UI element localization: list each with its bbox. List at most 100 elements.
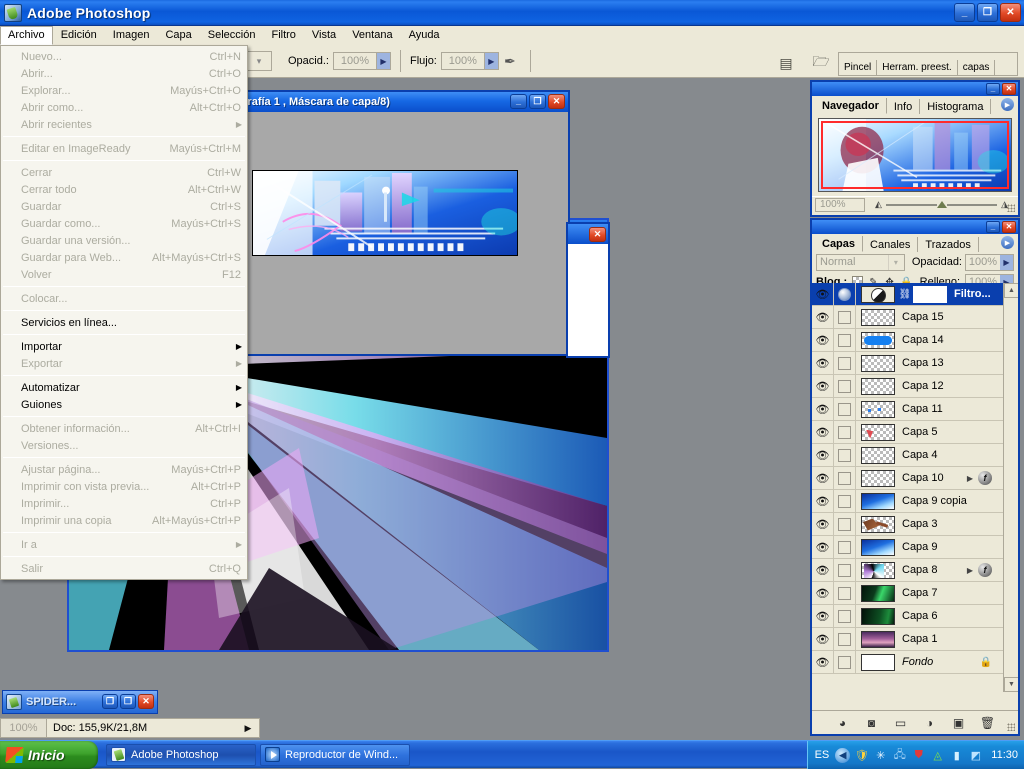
app-maximize-button[interactable]: ❐ bbox=[977, 3, 998, 22]
layer-visibility-eye-icon[interactable]: 👁 bbox=[812, 489, 834, 513]
menu-option-cerrar[interactable]: Cerrar Ctrl+W bbox=[1, 164, 247, 181]
scroll-up-button[interactable]: ▲ bbox=[1004, 283, 1018, 298]
layer-row[interactable]: 👁 Capa 9 copia bbox=[812, 489, 1018, 513]
menu-option-servicios-en-l-nea[interactable]: Servicios en línea... bbox=[1, 314, 247, 331]
menu-option-exportar[interactable]: Exportar ▶ bbox=[1, 355, 247, 372]
menu-option-abrir-como[interactable]: Abrir como... Alt+Ctrl+O bbox=[1, 99, 247, 116]
menu-item-vista[interactable]: Vista bbox=[304, 26, 344, 45]
layer-row[interactable]: 👁 Capa 15 bbox=[812, 305, 1018, 329]
nvidia-icon[interactable]: ◬ bbox=[930, 748, 945, 763]
layer-mask-thumbnail[interactable] bbox=[913, 285, 947, 303]
spider-close-button[interactable]: ✕ bbox=[138, 694, 154, 709]
menu-item-edicin[interactable]: Edición bbox=[53, 26, 105, 45]
menu-option-obtener-informaci-n[interactable]: Obtener información... Alt+Ctrl+I bbox=[1, 420, 247, 437]
palette-well[interactable]: Pincel Herram. preest. capas bbox=[838, 52, 1018, 76]
menu-option-abrir[interactable]: Abrir... Ctrl+O bbox=[1, 65, 247, 82]
spider-minimized-window[interactable]: SPIDER... ❐ ❐ ✕ bbox=[2, 690, 158, 714]
menu-item-seleccin[interactable]: Selección bbox=[200, 26, 264, 45]
show-hidden-icons-icon[interactable]: ◀ bbox=[835, 747, 851, 763]
layer-visibility-eye-icon[interactable]: 👁 bbox=[812, 420, 834, 444]
layer-link-cell[interactable] bbox=[834, 374, 856, 398]
navigator-close-button[interactable]: ✕ bbox=[1002, 83, 1016, 95]
security-shield-icon[interactable]: 🛡 bbox=[854, 748, 869, 763]
menu-option-abrir-recientes[interactable]: Abrir recientes ▶ bbox=[1, 116, 247, 133]
layers-opacity-field[interactable]: 100% ▶ bbox=[965, 253, 1014, 271]
menu-item-capa[interactable]: Capa bbox=[157, 26, 199, 45]
taskbar-task[interactable]: Adobe Photoshop bbox=[106, 743, 256, 766]
taskbar-task[interactable]: Reproductor de Wind... bbox=[260, 743, 410, 766]
layer-row[interactable]: 👁 Capa 12 bbox=[812, 374, 1018, 398]
layer-link-cell[interactable] bbox=[834, 283, 856, 306]
menu-option-guardar-una-versi-n[interactable]: Guardar una versión... bbox=[1, 232, 247, 249]
layer-thumbnail[interactable] bbox=[861, 515, 895, 533]
tab-canales[interactable]: Canales bbox=[863, 237, 919, 252]
navigator-zoom-field[interactable]: 100% bbox=[815, 197, 865, 212]
layer-row[interactable]: 👁 ⛓ Filtro... bbox=[812, 283, 1018, 306]
layer-link-cell[interactable] bbox=[834, 397, 856, 421]
layer-link-cell[interactable] bbox=[834, 650, 856, 674]
tab-navegador[interactable]: Navegador bbox=[815, 98, 887, 114]
layer-name[interactable]: Capa 1 bbox=[902, 633, 937, 645]
blend-mode-select[interactable]: Normal ▾ bbox=[816, 253, 905, 271]
menu-item-filtro[interactable]: Filtro bbox=[263, 26, 303, 45]
palette-menu-icon[interactable]: ▶ bbox=[1001, 98, 1014, 111]
layer-link-cell[interactable] bbox=[834, 328, 856, 352]
layer-style-fx-icon[interactable]: f bbox=[978, 471, 992, 485]
layers-opacity-arrow-icon[interactable]: ▶ bbox=[1000, 254, 1013, 270]
layer-effects-group[interactable]: ▶ f bbox=[967, 563, 992, 577]
layer-thumbnail[interactable] bbox=[861, 653, 895, 671]
layer-visibility-eye-icon[interactable]: 👁 bbox=[812, 512, 834, 536]
menu-option-colocar[interactable]: Colocar... bbox=[1, 290, 247, 307]
file-browser-icon[interactable]: 🗁 bbox=[810, 52, 832, 74]
layer-link-cell[interactable] bbox=[834, 581, 856, 605]
layer-visibility-eye-icon[interactable]: 👁 bbox=[812, 374, 834, 398]
layer-link-cell[interactable] bbox=[834, 535, 856, 559]
layer-visibility-eye-icon[interactable]: 👁 bbox=[812, 305, 834, 329]
system-tray[interactable]: ES ◀ 🛡 ✳ 🖧 ⛊ ◬ ▮ ◩ 11:30 bbox=[806, 741, 1024, 769]
layer-rows[interactable]: 👁 ⛓ Filtro... 👁 Capa 15 👁 Capa 14 👁 Capa 13 👁 Capa… bbox=[812, 283, 1018, 674]
app-minimize-button[interactable]: _ bbox=[954, 3, 975, 22]
layer-link-cell[interactable] bbox=[834, 512, 856, 536]
menu-option-guardar-como[interactable]: Guardar como... Mayús+Ctrl+S bbox=[1, 215, 247, 232]
menu-option-guardar[interactable]: Guardar Ctrl+S bbox=[1, 198, 247, 215]
app-close-button[interactable]: ✕ bbox=[1000, 3, 1021, 22]
layer-visibility-eye-icon[interactable]: 👁 bbox=[812, 650, 834, 674]
layer-visibility-eye-icon[interactable]: 👁 bbox=[812, 581, 834, 605]
layer-name[interactable]: Capa 8 bbox=[902, 564, 937, 576]
spider-restore-button[interactable]: ❐ bbox=[102, 694, 118, 709]
layer-link-cell[interactable] bbox=[834, 627, 856, 651]
layer-name[interactable]: Capa 3 bbox=[902, 518, 937, 530]
layer-visibility-eye-icon[interactable]: 👁 bbox=[812, 627, 834, 651]
layer-link-cell[interactable] bbox=[834, 558, 856, 582]
layer-thumbnail[interactable] bbox=[861, 331, 895, 349]
layer-list[interactable]: 👁 ⛓ Filtro... 👁 Capa 15 👁 Capa 14 👁 Capa 13 👁 Capa… bbox=[812, 283, 1018, 692]
layer-row[interactable]: 👁 Capa 4 bbox=[812, 443, 1018, 467]
layer-thumbnail[interactable] bbox=[861, 607, 895, 625]
layer-mask-icon[interactable]: ◙ bbox=[864, 715, 880, 731]
layers-minimize-button[interactable]: _ bbox=[986, 221, 1000, 233]
layer-thumbnail[interactable] bbox=[861, 354, 895, 372]
tab-capas[interactable]: Capas bbox=[815, 236, 864, 252]
layer-name[interactable]: Capa 6 bbox=[902, 610, 937, 622]
network-wireless-icon[interactable]: ✳ bbox=[873, 748, 888, 763]
layer-name[interactable]: Capa 14 bbox=[902, 334, 944, 346]
start-button[interactable]: Inicio bbox=[0, 740, 98, 769]
layer-visibility-eye-icon[interactable]: 👁 bbox=[812, 397, 834, 421]
layers-resize-grip[interactable] bbox=[1007, 723, 1015, 731]
taskbar-task-list[interactable]: Adobe Photoshop Reproductor de Wind... bbox=[102, 743, 410, 766]
layer-name[interactable]: Capa 9 bbox=[902, 541, 937, 553]
zoom-slider-track-2[interactable] bbox=[946, 203, 998, 206]
palette-menu-icon[interactable]: ▶ bbox=[1001, 236, 1014, 249]
document-window-active-body[interactable] bbox=[248, 112, 568, 354]
navigator-zoom-slider[interactable]: ◭ ◮ bbox=[865, 199, 1018, 210]
menu-option-imprimir[interactable]: Imprimir... Ctrl+P bbox=[1, 495, 247, 512]
menu-item-ayuda[interactable]: Ayuda bbox=[401, 26, 448, 45]
brush-preset-dropdown[interactable]: ▾ bbox=[246, 51, 272, 71]
document-canvas-city[interactable] bbox=[252, 170, 518, 256]
layer-thumbnail[interactable] bbox=[861, 423, 895, 441]
layer-visibility-eye-icon[interactable]: 👁 bbox=[812, 604, 834, 628]
opacity-arrow-icon[interactable]: ▶ bbox=[375, 53, 390, 69]
layer-name[interactable]: Capa 10 bbox=[902, 472, 944, 484]
layers-scrollbar[interactable]: ▲ ▼ bbox=[1003, 283, 1018, 692]
layer-thumbnail[interactable] bbox=[861, 538, 895, 556]
